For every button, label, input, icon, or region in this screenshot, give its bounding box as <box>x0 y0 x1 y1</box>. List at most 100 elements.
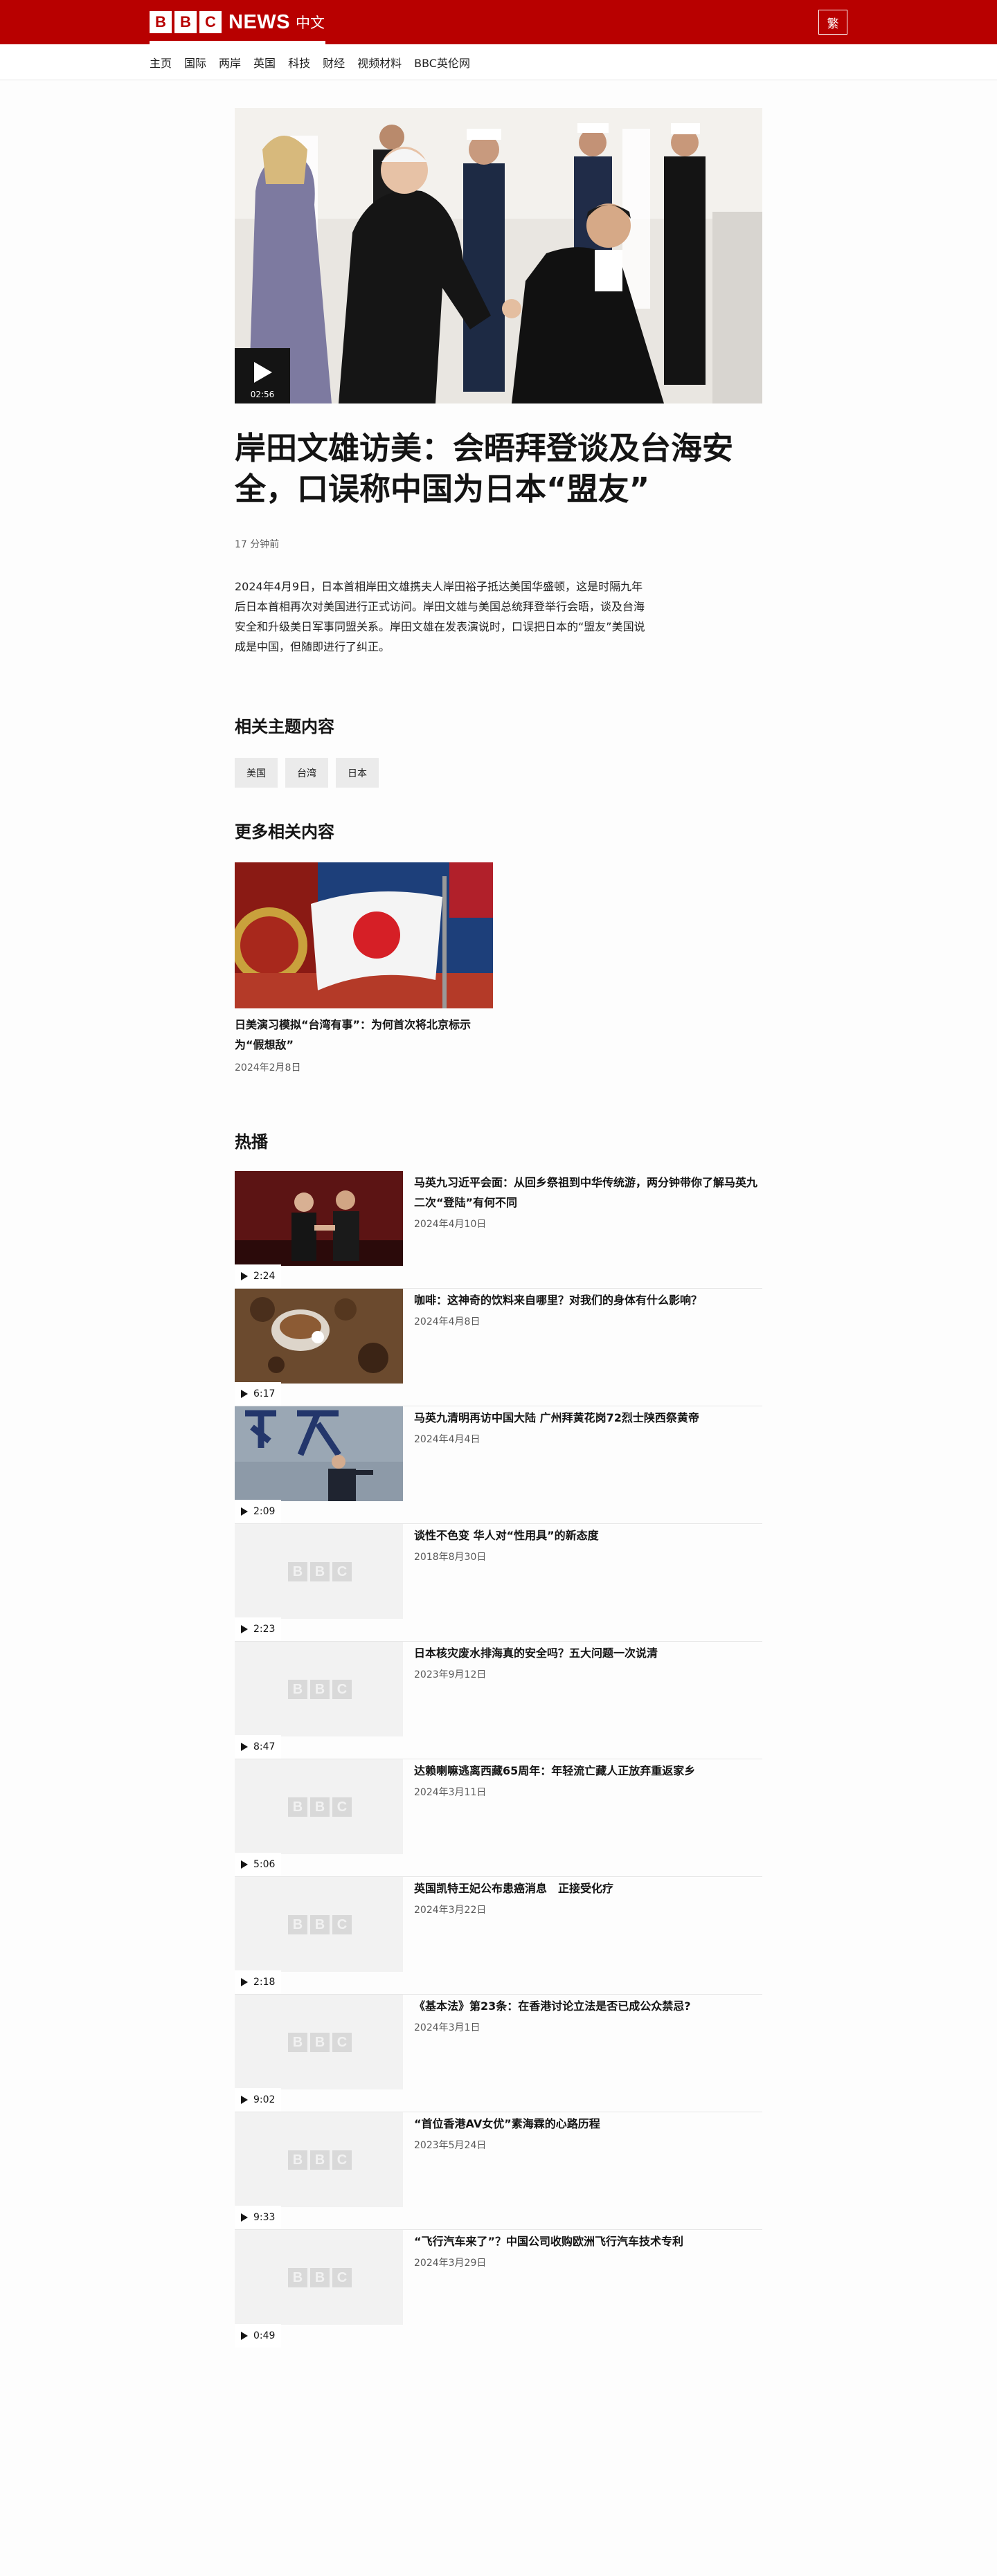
article-summary: 2024年4月9日，日本首相岸田文雄携夫人岸田裕子抵达美国华盛顿，这是时隔九年后… <box>235 580 645 653</box>
topic-tag-japan[interactable]: 日本 <box>336 758 379 788</box>
video-thumbnail <box>235 1289 403 1384</box>
video-thumbnail-placeholder: BBC <box>235 1524 403 1619</box>
video-duration-badge: 2:18 <box>235 1970 282 1994</box>
video-duration-badge: 2:24 <box>235 1264 282 1288</box>
video-thumbnail-placeholder: BBC <box>235 2112 403 2207</box>
main-nav: 主页 国际 两岸 英国 科技 财经 视频材料 BBC英伦网 <box>0 44 997 80</box>
popular-item[interactable]: BBC 9:02 《基本法》第23条：在香港讨论立法是否已成公众禁忌? 2024… <box>235 1995 762 2112</box>
nav-item-home[interactable]: 主页 <box>150 54 172 71</box>
video-duration: 9:02 <box>253 2094 276 2105</box>
hero-video-image <box>235 108 762 403</box>
popular-item-title: 达赖喇嘛逃离西藏65周年：年轻流亡藏人正放弃重返家乡 <box>414 1764 696 1777</box>
video-duration-badge: 2:23 <box>235 1617 282 1641</box>
video-duration: 2:18 <box>253 1977 276 1988</box>
top-bar: B B C NEWS 中文 繁 <box>0 0 997 44</box>
hero-video[interactable]: 02:56 <box>235 108 762 403</box>
popular-item-title: 马英九清明再访中国大陆 广州拜黄花岗72烈士陕西祭黄帝 <box>414 1411 699 1424</box>
popular-item[interactable]: BBC 0:49 “飞行汽车来了”？中国公司收购欧洲飞行汽车技术专利 2024年… <box>235 2230 762 2348</box>
play-icon <box>241 1978 248 1986</box>
popular-item-title: 英国凯特王妃公布患癌消息 正接受化疗 <box>414 1882 614 1895</box>
bbc-placeholder-logo: BBC <box>288 2033 352 2052</box>
nav-items: 主页 国际 两岸 英国 科技 财经 视频材料 BBC英伦网 <box>150 44 470 80</box>
video-duration-badge: 9:33 <box>235 2206 282 2229</box>
video-duration: 2:24 <box>253 1271 276 1282</box>
popular-item[interactable]: BBC 9:33 “首位香港AV女优”素海霖的心路历程 2023年5月24日 <box>235 2112 762 2230</box>
nav-item-world[interactable]: 国际 <box>184 54 206 71</box>
popular-item[interactable]: 2:09 马英九清明再访中国大陆 广州拜黄花岗72烈士陕西祭黄帝 2024年4月… <box>235 1406 762 1524</box>
related-story-date: 2024年2月8日 <box>235 1062 301 1073</box>
popular-item[interactable]: BBC 8:47 日本核灾废水排海真的安全吗？五大问题一次说清 2023年9月1… <box>235 1642 762 1759</box>
video-duration-badge: 0:49 <box>235 2324 282 2348</box>
popular-item-title: 咖啡：这神奇的饮料来自哪里？对我们的身体有什么影响？ <box>414 1294 703 1307</box>
logo-language-text: 中文 <box>296 15 325 31</box>
video-duration-badge: 6:17 <box>235 1382 282 1406</box>
traditional-chinese-button[interactable]: 繁 <box>818 10 847 35</box>
popular-item-title: 《基本法》第23条：在香港讨论立法是否已成公众禁忌? <box>414 1999 691 2013</box>
video-duration: 5:06 <box>253 1859 276 1870</box>
nav-item-video[interactable]: 视频材料 <box>357 54 402 71</box>
popular-item-title: 日本核灾废水排海真的安全吗？五大问题一次说清 <box>414 1647 658 1660</box>
article-headline: 岸田文雄访美：会晤拜登谈及台海安全，口误称中国为日本“盟友” <box>235 430 734 507</box>
topic-tag-usa[interactable]: 美国 <box>235 758 278 788</box>
video-duration-badge: 9:02 <box>235 2088 282 2112</box>
video-duration-badge: 2:09 <box>235 1500 282 1523</box>
bbc-placeholder-logo: BBC <box>288 2268 352 2287</box>
related-story-card[interactable]: 日美演习模拟“台湾有事”：为何首次将北京标示为“假想敌” 2024年2月8日 <box>235 862 493 1074</box>
bbc-placeholder-logo: BBC <box>288 2150 352 2170</box>
video-thumbnail-placeholder: BBC <box>235 1877 403 1972</box>
nav-item-bbc-ukchina[interactable]: BBC英伦网 <box>414 54 470 71</box>
popular-list: 2:24 马英九习近平会面：从回乡祭祖到中华传统游，两分钟带你了解马英九二次“登… <box>235 1171 762 2348</box>
video-duration: 2:23 <box>253 1624 276 1635</box>
bbc-placeholder-logo: BBC <box>288 1915 352 1934</box>
play-icon <box>241 1507 248 1516</box>
popular-title: 热播 <box>235 1132 268 1152</box>
play-icon <box>241 1272 248 1280</box>
bbc-placeholder-logo: BBC <box>288 1797 352 1817</box>
popular-item-date: 2024年4月8日 <box>414 1316 480 1327</box>
video-thumbnail <box>235 1171 403 1266</box>
video-duration: 0:49 <box>253 2330 276 2341</box>
popular-item-date: 2023年9月12日 <box>414 1669 487 1680</box>
video-duration: 6:17 <box>253 1388 276 1399</box>
video-thumbnail-placeholder: BBC <box>235 1759 403 1854</box>
play-icon <box>241 1860 248 1869</box>
topic-tags: 美国 台湾 日本 <box>235 758 379 788</box>
popular-item[interactable]: BBC 2:18 英国凯特王妃公布患癌消息 正接受化疗 2024年3月22日 <box>235 1877 762 1995</box>
popular-item[interactable]: 2:24 马英九习近平会面：从回乡祭祖到中华传统游，两分钟带你了解马英九二次“登… <box>235 1171 762 1289</box>
nav-item-cross-strait[interactable]: 两岸 <box>219 54 241 71</box>
related-story-title: 日美演习模拟“台湾有事”：为何首次将北京标示为“假想敌” <box>235 1018 471 1051</box>
popular-item[interactable]: 6:17 咖啡：这神奇的饮料来自哪里？对我们的身体有什么影响？ 2024年4月8… <box>235 1289 762 1406</box>
popular-item-date: 2023年5月24日 <box>414 2140 487 2151</box>
popular-item-date: 2024年3月22日 <box>414 1905 487 1916</box>
nav-item-technology[interactable]: 科技 <box>288 54 310 71</box>
popular-item-title: 谈性不色变 华人对“性用具”的新态度 <box>414 1529 599 1542</box>
play-icon <box>241 1390 248 1398</box>
video-thumbnail-placeholder: BBC <box>235 2230 403 2325</box>
logo-news-text: NEWS <box>228 10 290 33</box>
hero-play-button[interactable]: 02:56 <box>235 348 290 403</box>
play-icon <box>241 1743 248 1751</box>
logo-block: C <box>199 11 222 33</box>
article-timestamp: 17 分钟前 <box>235 539 280 550</box>
video-duration: 2:09 <box>253 1506 276 1517</box>
video-thumbnail-placeholder: BBC <box>235 1642 403 1736</box>
nav-item-business[interactable]: 财经 <box>323 54 345 71</box>
bbc-placeholder-logo: BBC <box>288 1562 352 1581</box>
popular-item[interactable]: BBC 5:06 达赖喇嘛逃离西藏65周年：年轻流亡藏人正放弃重返家乡 2024… <box>235 1759 762 1877</box>
popular-item-date: 2024年3月29日 <box>414 2258 487 2269</box>
play-icon <box>241 2332 248 2340</box>
popular-item-date: 2024年4月4日 <box>414 1434 480 1445</box>
bbc-blocks: B B C <box>150 11 222 33</box>
bbc-placeholder-logo: BBC <box>288 1680 352 1699</box>
nav-item-uk[interactable]: 英国 <box>253 54 276 71</box>
popular-item-date: 2024年3月1日 <box>414 2022 480 2033</box>
more-related-title: 更多相关内容 <box>235 822 334 842</box>
related-story-image <box>235 862 493 1008</box>
popular-item-date: 2024年4月10日 <box>414 1219 487 1230</box>
video-duration: 9:33 <box>253 2212 276 2223</box>
video-duration-badge: 5:06 <box>235 1853 282 1876</box>
popular-item[interactable]: BBC 2:23 谈性不色变 华人对“性用具”的新态度 2018年8月30日 <box>235 1524 762 1642</box>
topic-tag-taiwan[interactable]: 台湾 <box>285 758 328 788</box>
video-thumbnail-placeholder: BBC <box>235 1995 403 2089</box>
bbc-news-logo[interactable]: B B C NEWS 中文 <box>150 0 325 44</box>
